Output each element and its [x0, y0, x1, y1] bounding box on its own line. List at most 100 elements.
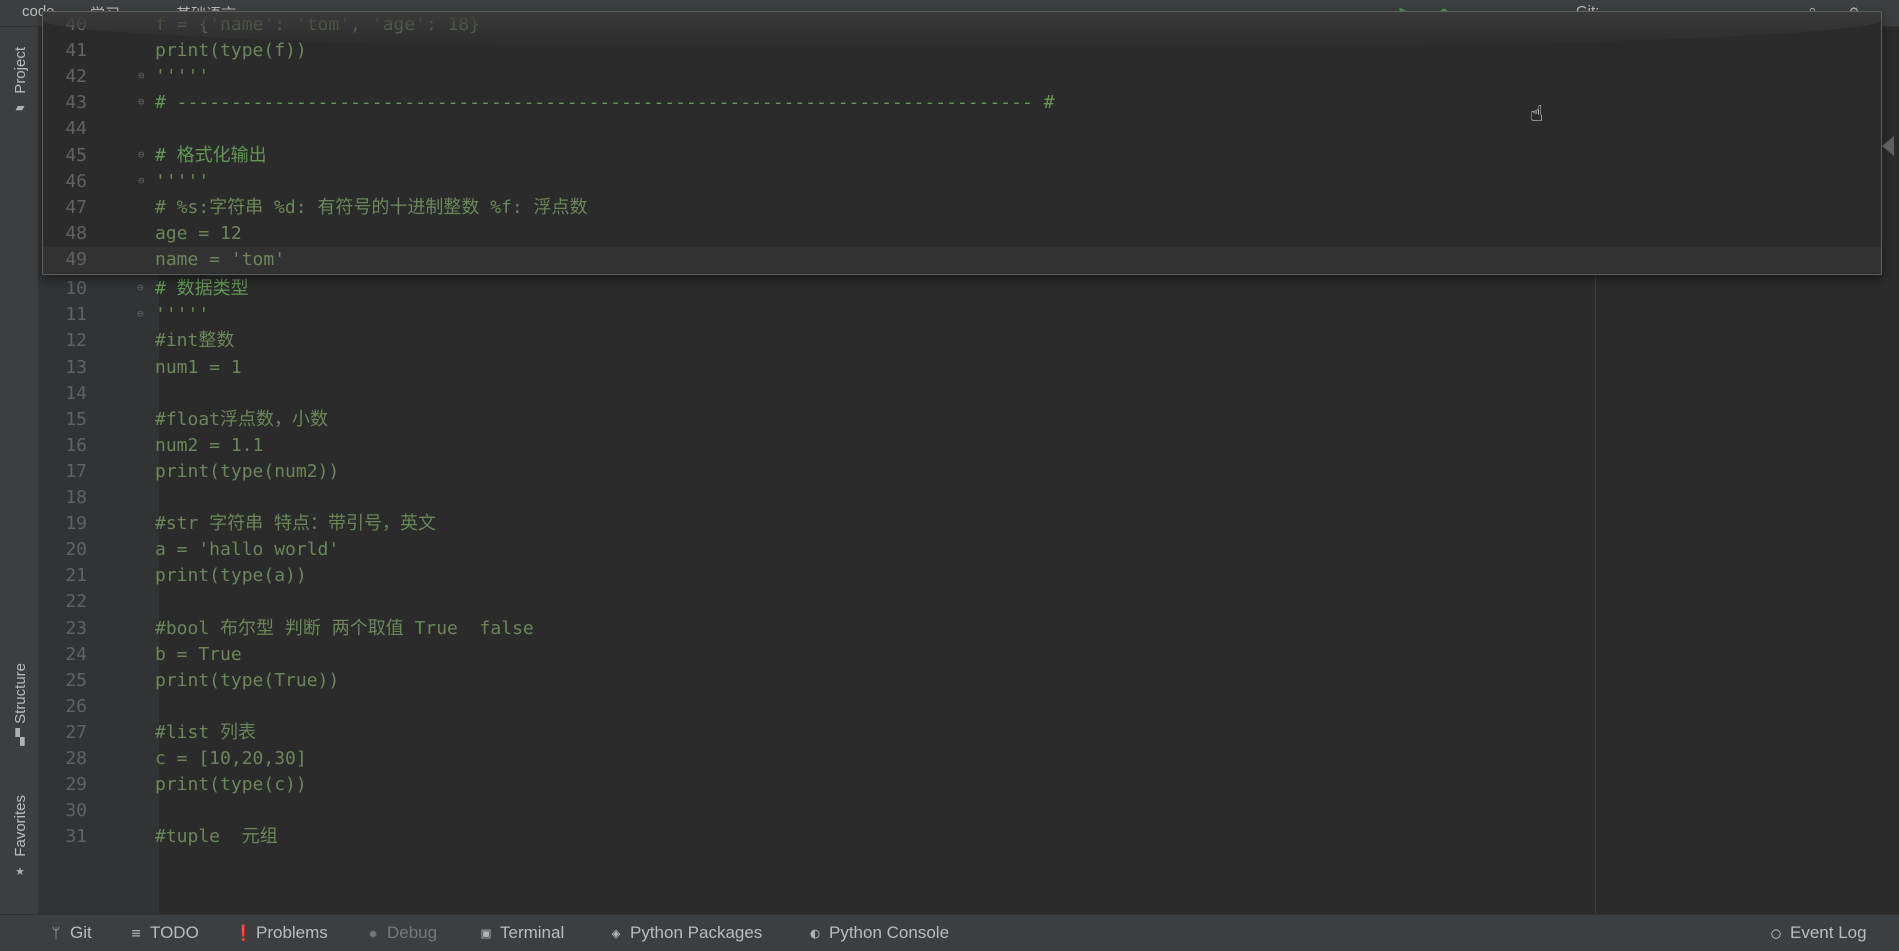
- tool-tab-python-console[interactable]: ◐ Python Console: [807, 923, 949, 943]
- line-number[interactable]: 43: [43, 90, 87, 116]
- popup-pointer: [1882, 136, 1894, 156]
- project-tool-tab[interactable]: Project ▰: [6, 47, 34, 116]
- line-number[interactable]: 16: [39, 433, 87, 459]
- tool-tab-label: TODO: [150, 923, 199, 942]
- line-number[interactable]: 40: [43, 12, 87, 38]
- code-text: ''''': [155, 170, 210, 192]
- code-text: print(type(f)): [155, 40, 307, 62]
- tool-tab-git[interactable]: ᛘ Git: [48, 923, 91, 943]
- code-line[interactable]: 49 name = 'tom': [43, 246, 1881, 273]
- code-line[interactable]: 12 #int整数: [39, 328, 1899, 354]
- code-text: # 格式化输出: [155, 144, 267, 166]
- fold-marker-icon[interactable]: ⊖: [137, 308, 147, 320]
- line-number[interactable]: 41: [43, 38, 87, 64]
- line-number[interactable]: 49: [43, 247, 87, 273]
- tool-tab-problems[interactable]: ❗ Problems: [234, 923, 328, 943]
- code-text: name = 'tom': [155, 248, 286, 270]
- line-number[interactable]: 27: [39, 720, 87, 746]
- speech-bubble-icon: ◯: [1771, 924, 1781, 942]
- tool-tab-python-packages[interactable]: ◈ Python Packages: [608, 923, 762, 943]
- code-line[interactable]: 40 f = {'name': 'tom', 'age': 18}: [43, 12, 1881, 38]
- bug-icon: ✹: [368, 924, 378, 942]
- line-number[interactable]: 44: [43, 116, 87, 142]
- folder-icon: ▰: [15, 97, 25, 116]
- code-line[interactable]: 47 # %s:字符串 %d: 有符号的十进制整数 %f: 浮点数: [43, 195, 1881, 221]
- code-line[interactable]: 10 ⊖ # 数据类型: [39, 276, 1899, 302]
- code-line[interactable]: 41 print(type(f)): [43, 38, 1881, 64]
- fold-marker-icon[interactable]: ⊖: [138, 174, 148, 187]
- code-line[interactable]: 22: [39, 589, 1899, 615]
- code-line[interactable]: 21 print(type(a)): [39, 563, 1899, 589]
- code-line[interactable]: 46 ⊖ ''''': [43, 169, 1881, 195]
- line-number[interactable]: 47: [43, 195, 87, 221]
- line-number[interactable]: 30: [39, 798, 87, 824]
- code-text: #bool 布尔型 判断 两个取值 True false: [155, 617, 534, 639]
- line-number[interactable]: 10: [39, 276, 87, 302]
- line-number[interactable]: 46: [43, 169, 87, 195]
- favorites-tool-tab[interactable]: Favorites ★: [6, 795, 34, 879]
- tool-tab-label: Python Console: [829, 923, 950, 942]
- line-number[interactable]: 20: [39, 537, 87, 563]
- event-log-label: Event Log: [1790, 923, 1867, 942]
- line-number[interactable]: 14: [39, 381, 87, 407]
- code-line[interactable]: 19 #str 字符串 特点：带引号，英文: [39, 511, 1899, 537]
- code-line[interactable]: 17 print(type(num2)): [39, 459, 1899, 485]
- fold-marker-icon[interactable]: ⊖: [138, 96, 148, 108]
- line-number[interactable]: 48: [43, 221, 87, 247]
- line-number[interactable]: 26: [39, 694, 87, 720]
- code-line[interactable]: 28 c = [10,20,30]: [39, 746, 1899, 772]
- code-line[interactable]: 18: [39, 485, 1899, 511]
- code-text: f = {'name': 'tom', 'age': 18}: [155, 14, 481, 35]
- code-line[interactable]: 48 age = 12: [43, 221, 1881, 247]
- line-number[interactable]: 24: [39, 642, 87, 668]
- code-line[interactable]: 31 #tuple 元组: [39, 824, 1899, 850]
- structure-tool-tab[interactable]: Structure ▚: [6, 663, 34, 746]
- fold-marker-icon[interactable]: ⊖: [138, 70, 148, 82]
- code-line[interactable]: 30: [39, 798, 1899, 824]
- code-line[interactable]: 15 #float浮点数，小数: [39, 407, 1899, 433]
- event-log-tab[interactable]: ◯ Event Log: [1768, 923, 1867, 943]
- code-line[interactable]: 23 #bool 布尔型 判断 两个取值 True false: [39, 616, 1899, 642]
- code-peek-popup[interactable]: 40 f = {'name': 'tom', 'age': 18} 41 print(…: [42, 11, 1882, 275]
- line-number[interactable]: 22: [39, 589, 87, 615]
- line-number[interactable]: 29: [39, 772, 87, 798]
- code-line[interactable]: 29 print(type(c)): [39, 772, 1899, 798]
- line-number[interactable]: 28: [39, 746, 87, 772]
- line-number[interactable]: 17: [39, 459, 87, 485]
- code-text: #list 列表: [155, 721, 257, 743]
- code-line[interactable]: 24 b = True: [39, 642, 1899, 668]
- code-text: num1 = 1: [155, 356, 242, 378]
- fold-marker-icon[interactable]: ⊖: [137, 282, 147, 294]
- code-text: print(type(c)): [155, 774, 307, 796]
- line-number[interactable]: 15: [39, 407, 87, 433]
- code-line[interactable]: 44: [43, 116, 1881, 142]
- code-line[interactable]: 13 num1 = 1: [39, 355, 1899, 381]
- line-number[interactable]: 19: [39, 511, 87, 537]
- line-number[interactable]: 23: [39, 616, 87, 642]
- code-line[interactable]: 43 ⊖ # -----------------------------------…: [43, 90, 1881, 116]
- line-number[interactable]: 45: [43, 143, 87, 169]
- code-line[interactable]: 45 ⊖ # 格式化输出: [43, 143, 1881, 169]
- fold-marker-icon[interactable]: ⊖: [138, 148, 148, 161]
- line-number[interactable]: 21: [39, 563, 87, 589]
- line-number[interactable]: 13: [39, 355, 87, 381]
- tool-tab-terminal[interactable]: ▣ Terminal: [478, 923, 564, 943]
- line-number[interactable]: 31: [39, 824, 87, 850]
- line-number[interactable]: 25: [39, 668, 87, 694]
- code-line[interactable]: 25 print(type(True)): [39, 668, 1899, 694]
- code-line[interactable]: 11 ⊖ ''''': [39, 302, 1899, 328]
- code-line[interactable]: 20 a = 'hallo world': [39, 537, 1899, 563]
- line-number[interactable]: 11: [39, 302, 87, 328]
- code-line[interactable]: 27 #list 列表: [39, 720, 1899, 746]
- line-number[interactable]: 12: [39, 328, 87, 354]
- terminal-icon: ▣: [481, 924, 491, 942]
- code-line[interactable]: 42 ⊖ ''''': [43, 64, 1881, 90]
- line-number[interactable]: 42: [43, 64, 87, 90]
- tool-tab-debug[interactable]: ✹ Debug: [365, 923, 437, 943]
- tool-tab-todo[interactable]: ≡ TODO: [128, 923, 199, 943]
- code-line[interactable]: 26: [39, 694, 1899, 720]
- code-line[interactable]: 16 num2 = 1.1: [39, 433, 1899, 459]
- code-line[interactable]: 14: [39, 381, 1899, 407]
- line-number[interactable]: 18: [39, 485, 87, 511]
- code-text: b = True: [155, 643, 242, 665]
